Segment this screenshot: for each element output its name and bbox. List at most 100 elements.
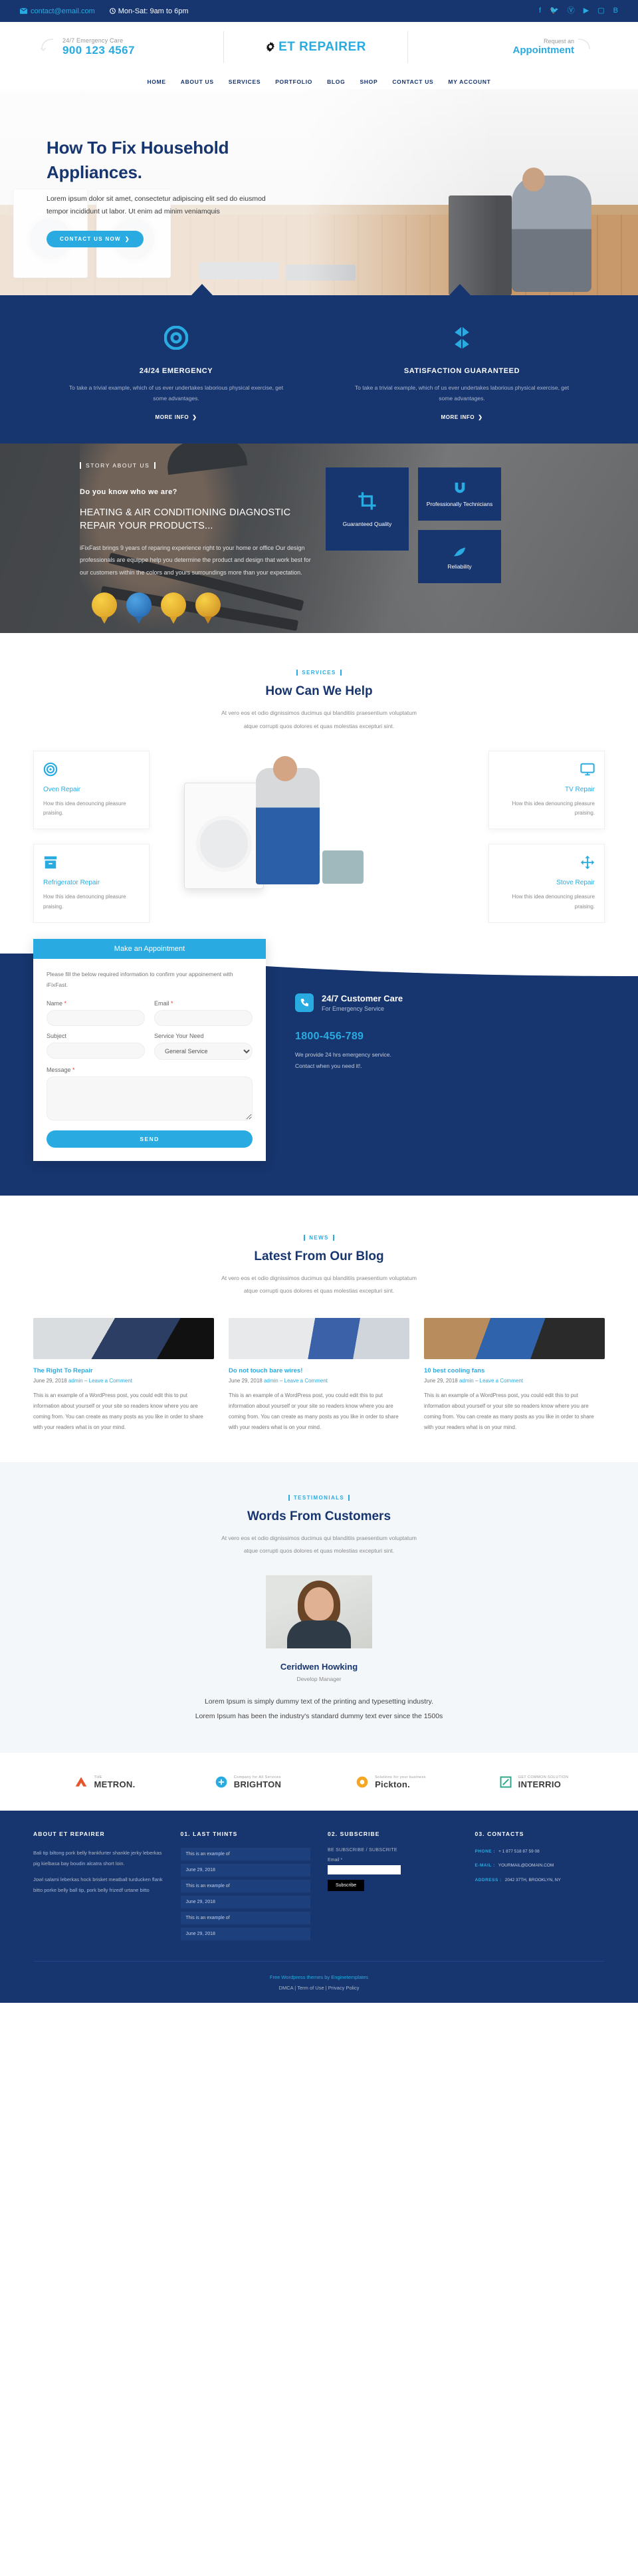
- nav-item[interactable]: MY ACCOUNT: [448, 76, 490, 86]
- footer-bottom-link[interactable]: DMCA: [279, 1985, 294, 1991]
- nav-link-home[interactable]: HOME: [147, 78, 165, 85]
- leaf-icon: [453, 547, 465, 557]
- kicker-bar-right: [332, 1234, 334, 1241]
- footer-contact-row: E-MAIL : YOURMAIL@DOMAIN.COM: [475, 1862, 605, 1870]
- brand-logo-1[interactable]: Company for All Services BRIGHTON: [176, 1775, 319, 1789]
- feature-more-link[interactable]: MORE INFO ❯: [441, 414, 482, 420]
- header-appointment[interactable]: Request an Appointment: [408, 37, 618, 57]
- footer-last-things: 01. LAST THINTS This is an example of Jun…: [180, 1831, 310, 1944]
- footer-subscribe-input[interactable]: [328, 1865, 401, 1874]
- testimonials-title: Words From Customers: [247, 1509, 391, 1523]
- story-kicker: STORY ABOUT US: [80, 462, 156, 469]
- testimonials-sub-line1: At vero eos et odio dignissimos ducimus …: [221, 1534, 417, 1541]
- instagram-icon[interactable]: ▢: [597, 7, 604, 15]
- service-card-right-1[interactable]: Stove Repair How this idea denouncing ple…: [488, 844, 605, 924]
- feature-card-0: 24/24 EMERGENCY To take a trivial example…: [33, 325, 319, 421]
- blog-post-title[interactable]: The Right To Repair: [33, 1367, 214, 1374]
- youtube-icon[interactable]: ▶: [584, 7, 589, 15]
- nav-link-contact-us[interactable]: CONTACT US: [392, 78, 433, 85]
- story-box-reliability[interactable]: Reliability: [418, 530, 501, 584]
- footer-list-item[interactable]: June 29, 2018: [180, 1895, 310, 1908]
- facebook-icon[interactable]: f: [539, 7, 541, 15]
- hero-cta-button[interactable]: CONTACT US NOW ❯: [47, 230, 144, 247]
- brand-logo-0[interactable]: THE METRON.: [33, 1775, 176, 1789]
- twitter-icon[interactable]: 🐦: [550, 7, 559, 15]
- subject-input[interactable]: [47, 1042, 145, 1059]
- nav-item[interactable]: HOME: [147, 76, 165, 86]
- blog-post-title[interactable]: 10 best cooling fans: [424, 1367, 605, 1374]
- lifebuoy-icon: [163, 325, 189, 350]
- service-card-left-1[interactable]: Refrigerator Repair How this idea denounc…: [33, 844, 150, 924]
- footer-bottom-link[interactable]: Privacy Policy: [328, 1985, 360, 1991]
- service-card-title: Oven Repair: [43, 785, 81, 793]
- curved-arrow-icon-right: [578, 38, 590, 49]
- testimonial-quote-line1: Lorem Ipsum is simply dummy text of the …: [204, 1697, 434, 1706]
- nav-link-about-us[interactable]: ABOUT US: [181, 78, 214, 85]
- footer-list-item[interactable]: June 29, 2018: [180, 1927, 310, 1940]
- kicker-bar-left: [304, 1234, 306, 1241]
- care-line2: Contact when you need it!.: [295, 1062, 362, 1069]
- blog-post-title[interactable]: Do not touch bare wires!: [229, 1367, 409, 1374]
- nav-link-blog[interactable]: BLOG: [327, 78, 345, 85]
- feature-more-link[interactable]: MORE INFO ❯: [155, 414, 197, 420]
- brand-logo-2[interactable]: Solutions for your business Pickton.: [319, 1775, 462, 1789]
- nav-link-portfolio[interactable]: PORTFOLIO: [275, 78, 312, 85]
- footer-list-item[interactable]: This is an example of: [180, 1911, 310, 1924]
- service-select[interactable]: General Service: [154, 1042, 253, 1060]
- story-box-quality[interactable]: Guaranteed Quality: [326, 467, 409, 551]
- email-field-group: Email *: [154, 1000, 253, 1026]
- nav-item[interactable]: CONTACT US: [392, 76, 433, 86]
- nav-item[interactable]: PORTFOLIO: [275, 76, 312, 86]
- name-input[interactable]: [47, 1009, 145, 1026]
- message-textarea[interactable]: [47, 1076, 253, 1120]
- footer-contact-value[interactable]: 2042 37TH, BROOKLYN, NY: [505, 1876, 561, 1884]
- email-input[interactable]: [154, 1009, 253, 1026]
- send-button[interactable]: SEND: [47, 1130, 253, 1148]
- footer-list-item[interactable]: June 29, 2018: [180, 1863, 310, 1876]
- story-box-technicians[interactable]: Professionally Technicians: [418, 467, 501, 521]
- main-navigation: HOME ABOUT US SERVICES PORTFOLIO BLOG SHOP CON…: [0, 72, 638, 89]
- brand-logo-3[interactable]: GET COMMON SOLUTION INTERRIO: [462, 1775, 605, 1789]
- nav-item[interactable]: SHOP: [360, 76, 377, 86]
- nav-link-shop[interactable]: SHOP: [360, 78, 377, 85]
- layers-icon: [450, 326, 474, 350]
- footer-credit-link[interactable]: Free Wordpress themes by Enginetemplates: [270, 1974, 368, 1980]
- service-card-right-0[interactable]: TV Repair How this idea denouncing pleasu…: [488, 750, 605, 830]
- footer-contact-value[interactable]: + 1 877 518 87 59 08: [498, 1848, 540, 1856]
- footer-contact-value[interactable]: YOURMAIL@DOMAIN.COM: [498, 1862, 554, 1870]
- footer-contact-label: PHONE :: [475, 1849, 496, 1854]
- blog-post-author[interactable]: admin: [264, 1378, 278, 1384]
- care-phone-number[interactable]: 1800-456-789: [295, 1031, 605, 1043]
- feature-text: To take a trivial example, which of us e…: [68, 384, 284, 402]
- blog-post-author[interactable]: admin: [459, 1378, 474, 1384]
- header-phone[interactable]: 900 123 4567: [62, 44, 135, 57]
- footer-list-item[interactable]: This is an example of: [180, 1879, 310, 1892]
- target-icon: [43, 762, 58, 777]
- hero-title-line2: Appliances.: [47, 162, 142, 182]
- nav-item[interactable]: ABOUT US: [181, 76, 214, 86]
- pinterest-icon[interactable]: Ⓥ: [568, 7, 575, 15]
- blog-post-comment-link[interactable]: Leave a Comment: [89, 1378, 132, 1384]
- footer-subscribe-button[interactable]: Subscribe: [328, 1879, 365, 1891]
- award-badge-3: [161, 592, 186, 618]
- footer-list-item[interactable]: This is an example of: [180, 1847, 310, 1861]
- blog-post-comment-link[interactable]: Leave a Comment: [480, 1378, 523, 1384]
- testimonials-sub-line2: atque corrupti quos dolores et quas mole…: [243, 1547, 395, 1555]
- blog-post-comment-link[interactable]: Leave a Comment: [284, 1378, 328, 1384]
- site-header: 24/7 Emergency Care 900 123 4567 ET REPA…: [0, 22, 638, 72]
- business-hours-text: Mon-Sat: 9am to 6pm: [118, 7, 189, 15]
- blog-post-author[interactable]: admin: [68, 1378, 83, 1384]
- behance-icon[interactable]: B: [613, 7, 618, 15]
- service-card-left-0[interactable]: Oven Repair How this idea denouncing plea…: [33, 750, 150, 830]
- nav-link-services[interactable]: SERVICES: [229, 78, 261, 85]
- feature-card-1: SATISFACTION GUARANTEED To take a trivial…: [319, 326, 605, 421]
- header-logo[interactable]: ET REPAIRER: [224, 40, 407, 55]
- service-card-text: How this idea denouncing pleasure praisi…: [43, 894, 126, 910]
- nav-link-my-account[interactable]: MY ACCOUNT: [448, 78, 490, 85]
- contact-email-text: contact@email.com: [31, 7, 95, 15]
- footer-bottom-link[interactable]: Term of Use: [297, 1985, 324, 1991]
- nav-item[interactable]: SERVICES: [229, 76, 261, 86]
- nav-item[interactable]: BLOG: [327, 76, 345, 86]
- contact-email-link[interactable]: contact@email.com: [20, 7, 95, 15]
- blog-post-excerpt: This is an example of a WordPress post, …: [424, 1392, 594, 1430]
